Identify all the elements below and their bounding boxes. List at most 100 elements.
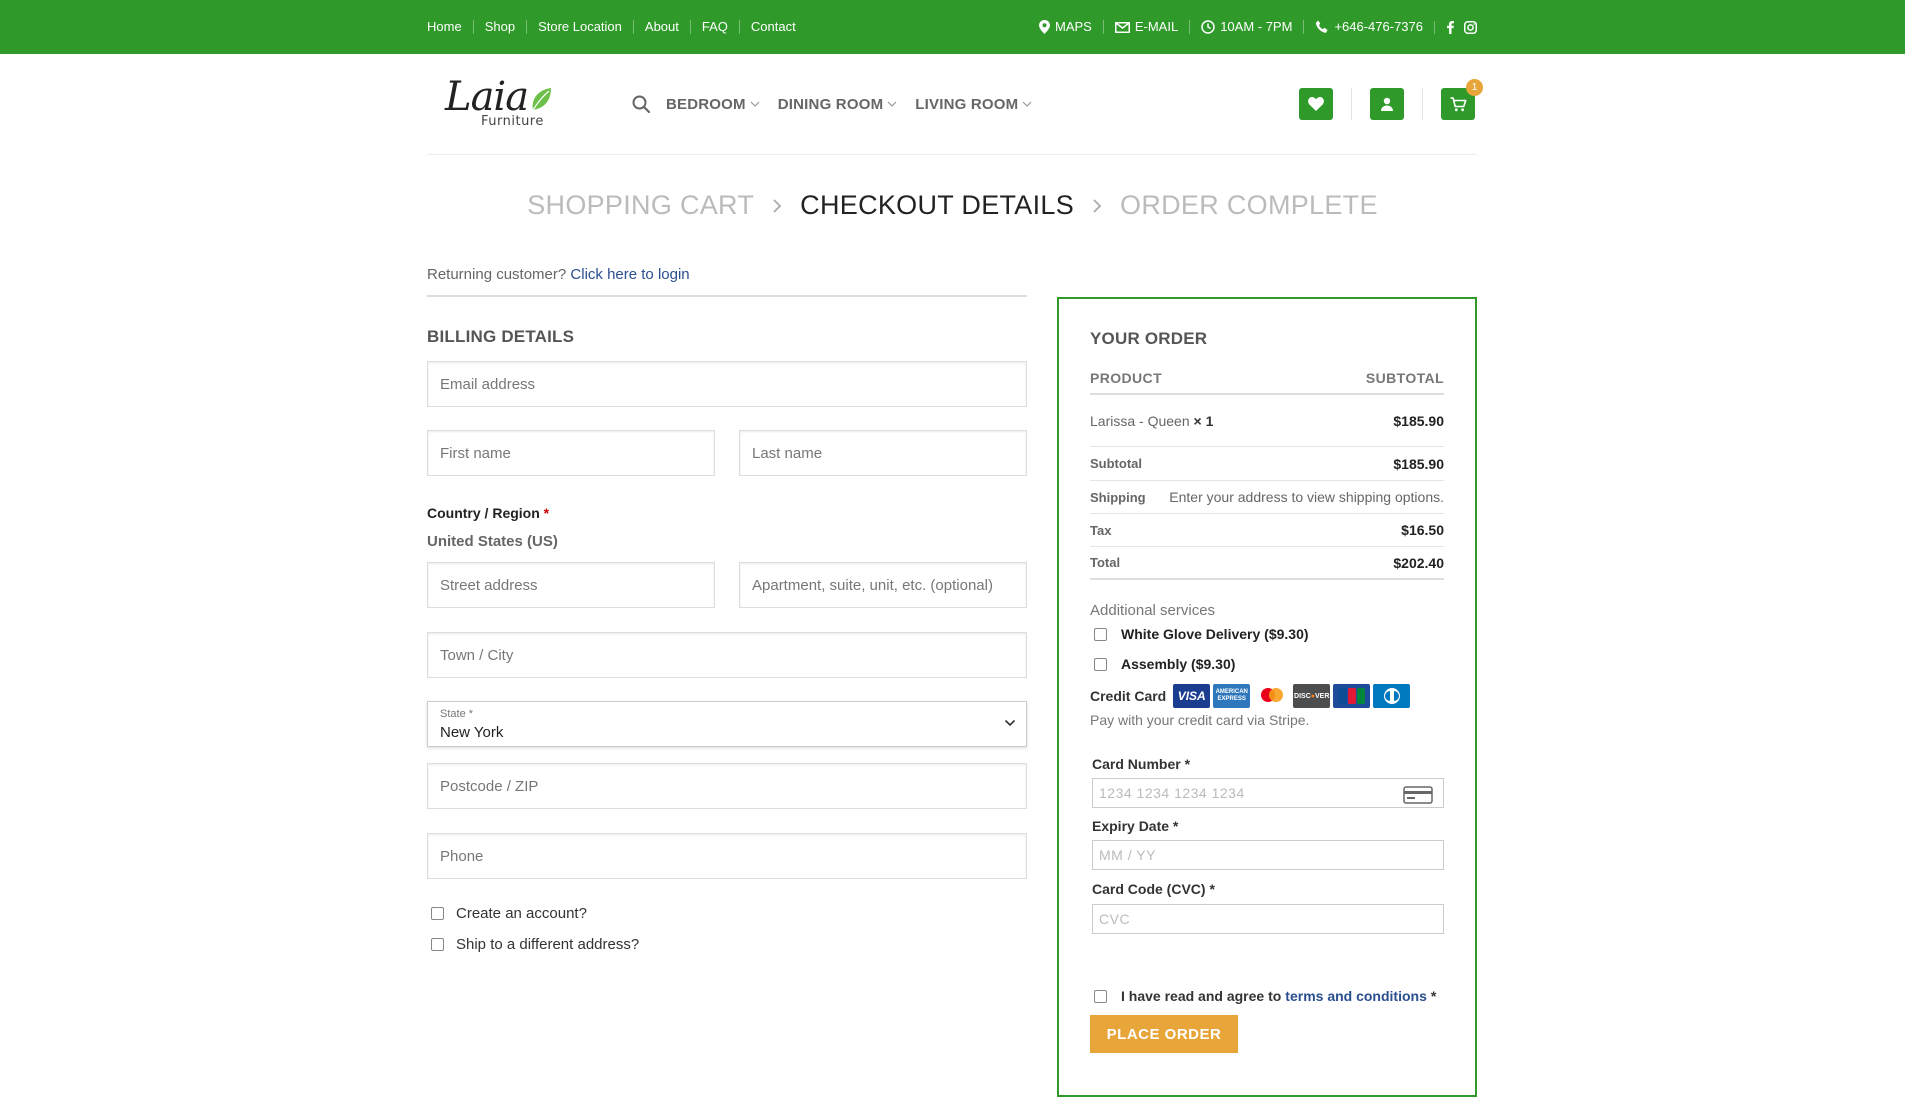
jcb-icon — [1333, 684, 1371, 708]
subtotal-row: Subtotal $185.90 — [1090, 447, 1444, 481]
phone-field[interactable]: Phone — [427, 833, 1027, 879]
apartment-field[interactable]: Apartment, suite, unit, etc. (optional) — [739, 562, 1027, 608]
card-number-placeholder: 1234 1234 1234 1234 — [1099, 785, 1245, 801]
returning-customer-notice: Returning customer? Click here to login — [427, 266, 1027, 297]
header-divider — [1351, 88, 1352, 120]
chevron-right-icon — [772, 198, 782, 214]
nav-dining-room[interactable]: DINING ROOM — [778, 96, 898, 113]
credit-card-icon — [1403, 786, 1433, 804]
assembly-checkbox[interactable] — [1094, 657, 1107, 671]
top-nav-faq[interactable]: FAQ — [689, 20, 739, 34]
step-order-complete: ORDER COMPLETE — [1120, 190, 1378, 220]
tax-label: Tax — [1090, 522, 1112, 538]
last-name-field[interactable]: Last name — [739, 430, 1027, 476]
city-field[interactable]: Town / City — [427, 632, 1027, 678]
hours-label: 10AM - 7PM — [1220, 19, 1293, 34]
instagram-icon[interactable] — [1464, 20, 1477, 34]
ship-different-option: Ship to a different address? — [427, 936, 1027, 953]
create-account-label: Create an account? — [456, 905, 587, 922]
social-links — [1434, 20, 1477, 34]
billing-title: BILLING DETAILS — [427, 327, 575, 346]
envelope-icon — [1114, 21, 1130, 33]
assembly-option: Assembly ($9.30) — [1090, 656, 1444, 672]
checkout-steps: SHOPPING CART CHECKOUT DETAILS ORDER COM… — [0, 190, 1905, 221]
chevron-down-icon — [1022, 101, 1032, 107]
product-name: Larissa - Queen — [1090, 412, 1190, 429]
shipping-row: Shipping Enter your address to view ship… — [1090, 481, 1444, 514]
expiry-date-input[interactable]: MM / YY — [1092, 840, 1444, 870]
email-link[interactable]: E-MAIL — [1102, 20, 1189, 34]
top-nav-home[interactable]: Home — [427, 20, 473, 34]
step-checkout-details[interactable]: CHECKOUT DETAILS — [800, 190, 1074, 221]
top-nav: Home Shop Store Location About FAQ Conta… — [427, 20, 807, 34]
top-bar: Home Shop Store Location About FAQ Conta… — [0, 0, 1905, 54]
order-item-name: Larissa - Queen × 1 — [1090, 413, 1213, 429]
email-field[interactable]: Email address — [427, 361, 1027, 407]
header-divider — [1422, 88, 1423, 120]
tax-value: $16.50 — [1401, 522, 1444, 538]
top-nav-about[interactable]: About — [632, 20, 690, 34]
cvc-input[interactable]: CVC — [1092, 904, 1444, 934]
state-label: State * — [440, 708, 474, 720]
order-summary: YOUR ORDER PRODUCT SUBTOTAL Larissa - Qu… — [1057, 297, 1477, 1097]
terms-checkbox[interactable] — [1094, 989, 1107, 1003]
search-icon — [632, 95, 650, 113]
white-glove-checkbox[interactable] — [1094, 627, 1107, 641]
hours-info: 10AM - 7PM — [1189, 20, 1303, 34]
credit-card-label: Credit Card — [1090, 688, 1167, 704]
wishlist-button[interactable] — [1299, 88, 1333, 120]
mastercard-icon — [1253, 684, 1291, 708]
terms-link[interactable]: terms and conditions — [1285, 988, 1427, 1004]
top-info: MAPS E-MAIL 10AM - 7PM +646-476-7376 — [1028, 20, 1477, 34]
nav-dining-room-label: DINING ROOM — [777, 95, 884, 113]
state-select[interactable]: State * New York — [427, 701, 1027, 747]
discover-icon: DISC ● VER — [1293, 684, 1331, 708]
street-address-field[interactable]: Street address — [427, 562, 715, 608]
first-name-field[interactable]: First name — [427, 430, 715, 476]
name-row: First name Last name — [427, 430, 1027, 476]
shipping-value: Enter your address to view shipping opti… — [1169, 489, 1444, 505]
phone-link[interactable]: +646-476-7376 — [1303, 20, 1434, 34]
ship-different-checkbox[interactable] — [431, 938, 444, 951]
maps-link[interactable]: MAPS — [1028, 20, 1103, 34]
top-nav-contact[interactable]: Contact — [738, 20, 807, 34]
chevron-right-icon — [1092, 198, 1102, 214]
maps-label: MAPS — [1055, 19, 1092, 34]
account-button[interactable] — [1370, 88, 1404, 120]
search-button[interactable] — [632, 95, 650, 113]
product-qty: × 1 — [1193, 412, 1214, 429]
map-pin-icon — [1039, 20, 1050, 34]
top-nav-shop[interactable]: Shop — [472, 20, 526, 34]
cvc-placeholder: CVC — [1099, 911, 1131, 927]
country-label-text: Country / Region — [427, 505, 540, 521]
state-value: New York — [440, 724, 504, 741]
top-nav-store-location[interactable]: Store Location — [526, 20, 633, 34]
subtotal-value: $185.90 — [1393, 455, 1444, 472]
credit-card-method: Credit Card VISA AMERICAN EXPRESS DISC ● VE… — [1090, 684, 1444, 708]
create-account-checkbox[interactable] — [431, 907, 444, 920]
ship-different-label: Ship to a different address? — [456, 936, 640, 953]
facebook-icon[interactable] — [1447, 20, 1454, 34]
phone-label: +646-476-7376 — [1334, 19, 1423, 34]
diners-club-icon — [1373, 684, 1411, 708]
cart-count-badge: 1 — [1466, 79, 1483, 96]
product-price: $185.90 — [1393, 412, 1444, 429]
shipping-label: Shipping — [1090, 489, 1146, 505]
cart-button[interactable]: 1 — [1441, 79, 1483, 120]
card-number-input[interactable]: 1234 1234 1234 1234 — [1092, 778, 1444, 808]
place-order-button[interactable]: PLACE ORDER — [1090, 1015, 1238, 1053]
user-icon — [1381, 97, 1393, 111]
login-link[interactable]: Click here to login — [570, 266, 689, 283]
expiry-date-label: Expiry Date * — [1092, 818, 1179, 834]
card-brands: VISA AMERICAN EXPRESS DISC ● VER — [1173, 684, 1411, 708]
site-logo[interactable]: Laia Furniture — [445, 74, 570, 134]
nav-bedroom[interactable]: BEDROOM — [666, 96, 760, 113]
nav-living-room[interactable]: LIVING ROOM — [915, 96, 1032, 113]
main-nav: BEDROOM DINING ROOM LIVING ROOM — [632, 95, 1050, 113]
additional-services-title: Additional services — [1090, 602, 1216, 619]
terms-text: I have read and agree to — [1121, 988, 1282, 1004]
tax-row: Tax $16.50 — [1090, 514, 1444, 547]
total-label: Total — [1090, 555, 1121, 570]
postcode-field[interactable]: Postcode / ZIP — [427, 763, 1027, 809]
step-shopping-cart[interactable]: SHOPPING CART — [527, 190, 754, 221]
